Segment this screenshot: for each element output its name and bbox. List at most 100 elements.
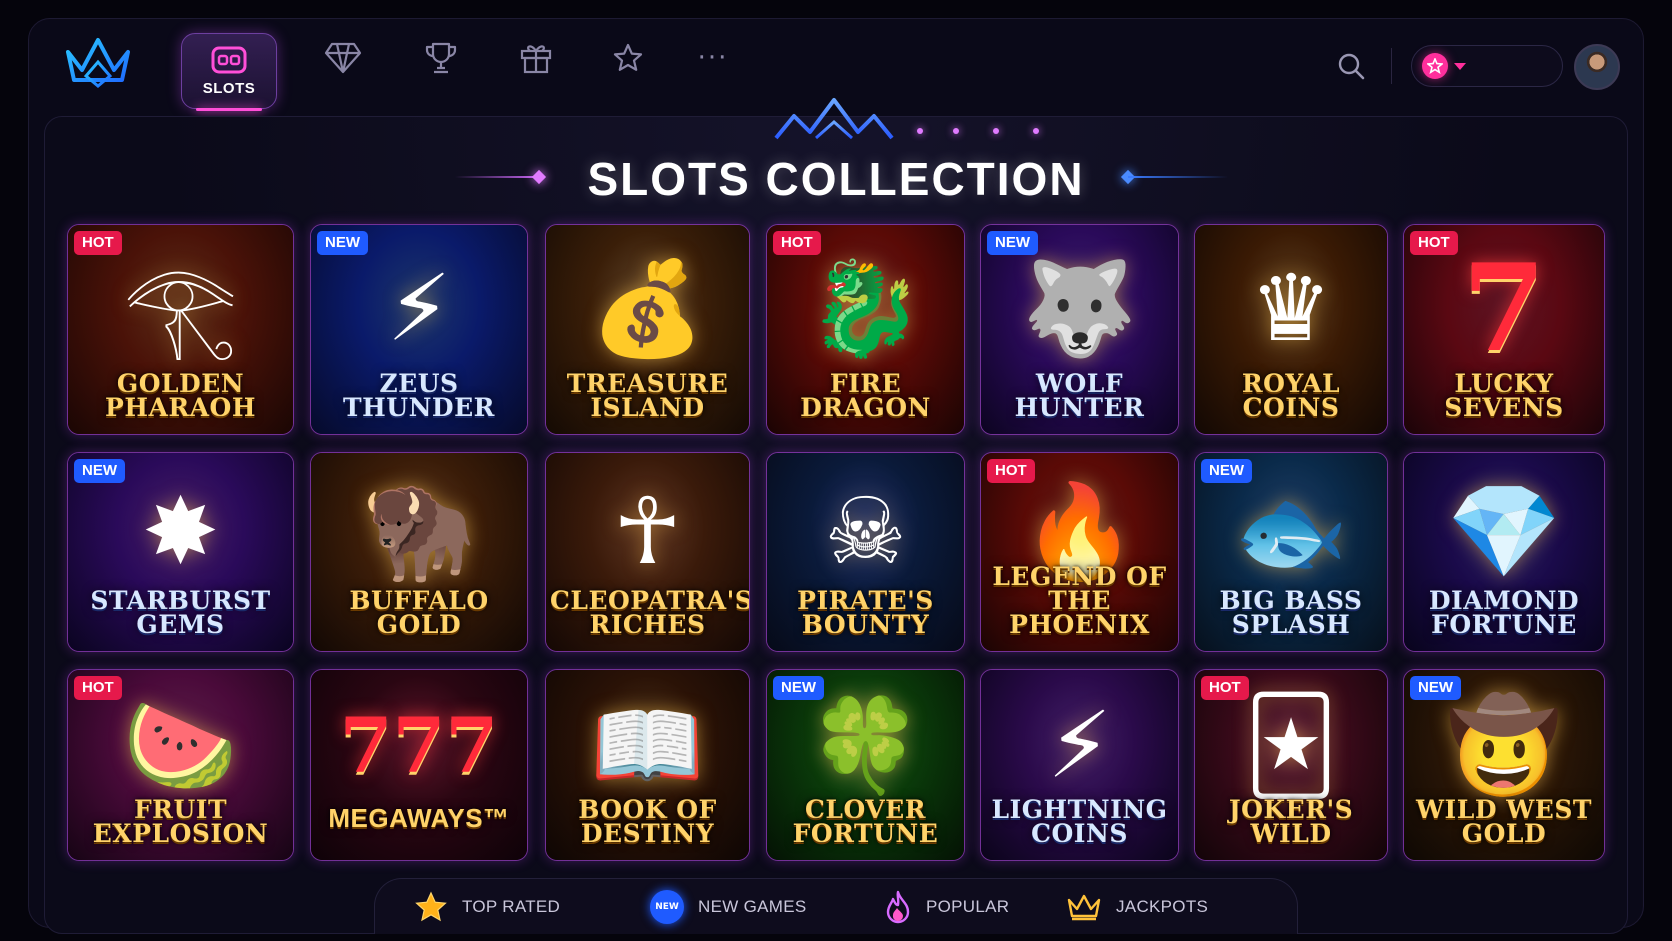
game-tile[interactable]: 🐟 Big Bass Splash NEW: [1194, 452, 1388, 652]
gift-icon: [519, 41, 553, 75]
game-motif-icon: 🦬: [361, 478, 477, 586]
hot-badge: HOT: [773, 231, 821, 255]
more-icon: ···: [697, 43, 729, 73]
new-badge: NEW: [1410, 676, 1461, 700]
balance-selector[interactable]: [1411, 45, 1563, 87]
crown-icon: [1067, 894, 1101, 921]
new-badge: NEW: [1201, 459, 1252, 483]
game-title: Book of Destiny: [578, 795, 717, 848]
hot-badge: HOT: [987, 459, 1035, 483]
game-motif-icon: 777: [339, 701, 499, 790]
game-tile[interactable]: ♛ Royal Coins: [1194, 224, 1388, 435]
new-badge: NEW: [74, 459, 125, 483]
game-title: Fire Dragon: [800, 369, 931, 422]
game-tile[interactable]: 🔥 Legend of the Phoenix HOT: [980, 452, 1179, 652]
game-tile[interactable]: ☥ Cleopatra's Riches: [545, 452, 750, 652]
game-tile[interactable]: ☠ Pirate's Bounty: [766, 452, 965, 652]
user-avatar[interactable]: [1574, 44, 1620, 90]
nav-favorites[interactable]: [580, 20, 676, 96]
game-tile[interactable]: 🍀 Clover Fortune NEW: [766, 669, 965, 861]
game-motif-icon: 🐉: [808, 254, 923, 362]
game-tile[interactable]: 🃏 Joker's Wild HOT: [1194, 669, 1388, 861]
game-title: Diamond Fortune: [1428, 586, 1580, 639]
filter-popular-label: POPULAR: [926, 897, 1010, 916]
game-title: Megaways™: [328, 803, 510, 833]
game-tile[interactable]: ⚡ Lightning Coins: [980, 669, 1179, 861]
hot-badge: HOT: [1410, 231, 1458, 255]
crown-decoration-icon: [774, 98, 894, 140]
new-badge: NEW: [987, 231, 1038, 255]
header-divider: [1391, 48, 1392, 84]
game-tile[interactable]: 🐉 Fire Dragon HOT: [766, 224, 965, 435]
game-tile[interactable]: 📖 Book of Destiny: [545, 669, 750, 861]
game-title: Lucky Sevens: [1444, 369, 1564, 422]
game-motif-icon: 𓂀: [123, 254, 238, 362]
game-motif-icon: 🍉: [123, 692, 238, 799]
nav-gift[interactable]: [488, 20, 584, 96]
game-title: Treasure Island: [566, 369, 729, 422]
pink-star-coin-icon: [1422, 53, 1448, 79]
game-title: Joker's Wild: [1228, 795, 1354, 848]
game-motif-icon: ✸: [141, 478, 220, 586]
search-icon: [1338, 53, 1365, 80]
diamond-icon: [324, 42, 362, 74]
nav-more[interactable]: ···: [665, 20, 761, 96]
game-tile[interactable]: 𓂀 Golden Pharaoh HOT: [67, 224, 294, 435]
filter-jackpots[interactable]: JACKPOTS: [1066, 889, 1208, 925]
decor-dot: [917, 128, 923, 134]
game-motif-icon: 7: [1462, 237, 1546, 379]
game-tile[interactable]: 🤠 Wild West Gold NEW: [1403, 669, 1605, 861]
crown-logo-icon[interactable]: [62, 34, 134, 90]
game-motif-icon: 🐟: [1233, 478, 1349, 586]
game-motif-icon: ♛: [1249, 254, 1333, 362]
game-motif-icon: 📖: [590, 692, 705, 799]
caret-down-icon: [1454, 62, 1466, 70]
star-icon: [612, 42, 644, 74]
filter-top-rated-label: TOP RATED: [462, 897, 561, 916]
game-tile[interactable]: 777 Megaways™: [310, 669, 528, 861]
game-title: Royal Coins: [1241, 369, 1341, 422]
game-tile[interactable]: 🦬 Buffalo Gold: [310, 452, 528, 652]
filter-jackpots-label: JACKPOTS: [1116, 897, 1209, 916]
game-title: Zeus Thunder: [343, 369, 495, 422]
game-motif-icon: ⚡: [1047, 692, 1112, 799]
slot-machine-icon: [211, 46, 247, 74]
new-badge-icon: NEW: [650, 890, 684, 924]
filter-top-rated[interactable]: TOP RATED: [414, 889, 560, 925]
search-button[interactable]: [1331, 46, 1371, 86]
title-divider-right: [1128, 176, 1228, 178]
game-tile[interactable]: 7 Lucky Sevens HOT: [1403, 224, 1605, 435]
flame-icon: [886, 890, 910, 924]
nav-diamond[interactable]: [295, 20, 391, 96]
decor-dot: [953, 128, 959, 134]
game-title: Wolf Hunter: [1014, 369, 1145, 422]
page-title: SLOTS COLLECTION: [587, 153, 1085, 205]
decor-dot: [1033, 128, 1039, 134]
game-tile[interactable]: ⚡ Zeus Thunder NEW: [310, 224, 528, 435]
game-title: Fruit Explosion: [92, 795, 269, 848]
game-motif-icon: 🍀: [808, 692, 923, 799]
game-title: Lightning Coins: [991, 795, 1168, 848]
filter-popular[interactable]: POPULAR: [884, 889, 1009, 925]
nav-trophy[interactable]: [393, 20, 489, 96]
decor-dot: [993, 128, 999, 134]
game-motif-icon: 💎: [1446, 478, 1562, 586]
game-motif-icon: 🤠: [1446, 692, 1562, 799]
game-tile[interactable]: ✸ Starburst Gems NEW: [67, 452, 294, 652]
game-tile[interactable]: 💎 Diamond Fortune: [1403, 452, 1605, 652]
game-motif-icon: 🐺: [1022, 254, 1137, 362]
game-title: Clover Fortune: [792, 795, 939, 848]
game-title: Pirate's Bounty: [797, 586, 934, 639]
nav-slots-label: SLOTS: [202, 79, 256, 97]
hot-badge: HOT: [74, 231, 122, 255]
game-motif-icon: ☥: [613, 478, 682, 586]
new-badge: NEW: [773, 676, 824, 700]
nav-slots[interactable]: SLOTS: [181, 33, 277, 111]
gold-star-icon: [415, 891, 447, 922]
game-title: Legend of the Phoenix: [992, 562, 1167, 639]
game-tile[interactable]: 🍉 Fruit Explosion HOT: [67, 669, 294, 861]
game-tile[interactable]: 🐺 Wolf Hunter NEW: [980, 224, 1179, 435]
filter-new-games[interactable]: NEW NEW GAMES: [650, 889, 807, 925]
game-tile[interactable]: 💰 Treasure Island: [545, 224, 750, 435]
hot-badge: HOT: [74, 676, 122, 700]
